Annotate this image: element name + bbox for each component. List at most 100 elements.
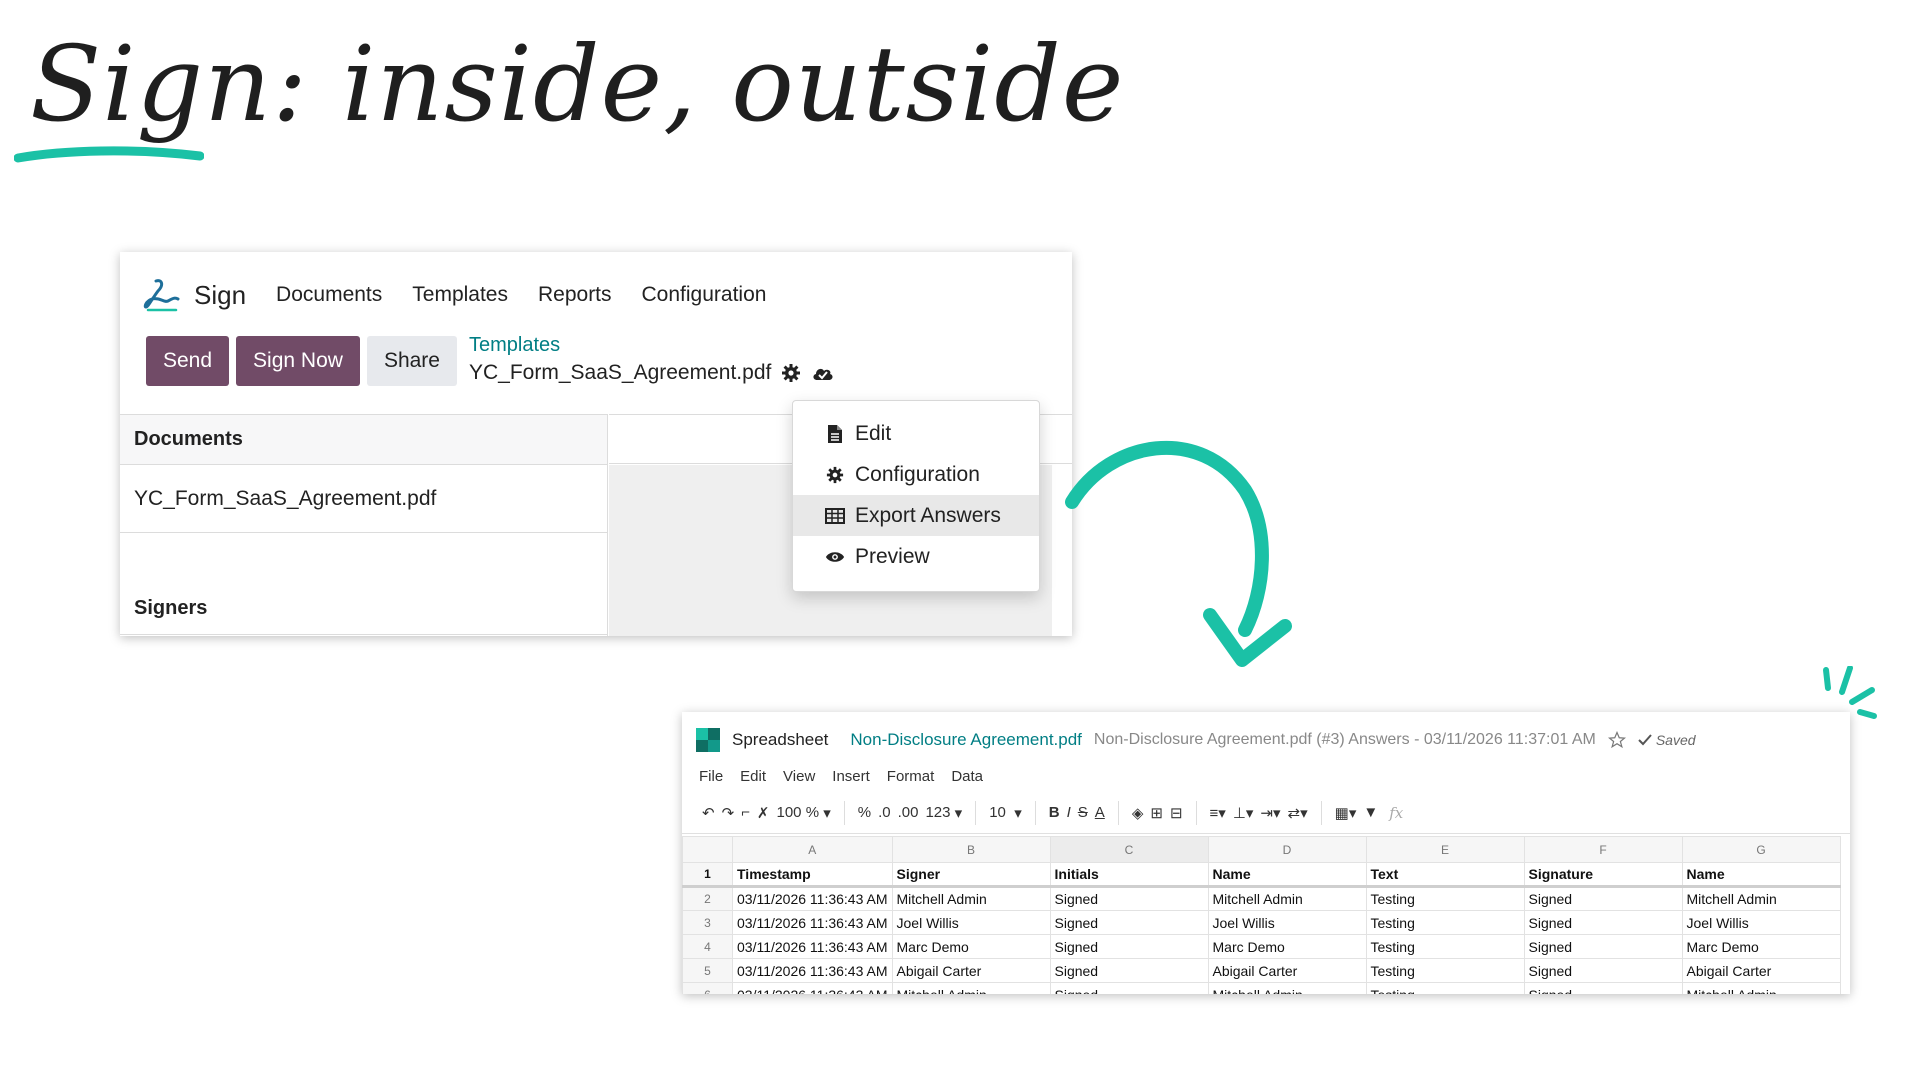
breadcrumb-templates-link[interactable]: Templates <box>469 334 835 357</box>
row-number[interactable]: 4 <box>682 934 733 959</box>
cell[interactable]: Signed <box>1049 934 1209 959</box>
number-format-select[interactable]: 123 ▾ <box>925 804 962 822</box>
cell[interactable]: 03/11/2026 11:36:43 AM <box>732 934 893 959</box>
column-header[interactable]: D <box>1207 836 1367 863</box>
row-number[interactable]: 1 <box>682 862 733 888</box>
column-header[interactable]: C <box>1049 836 1209 863</box>
font-size-select[interactable]: 10 ▾ <box>989 804 1022 822</box>
borders-icon[interactable]: ⊞ <box>1150 804 1163 822</box>
sign-now-button[interactable]: Sign Now <box>236 336 360 386</box>
cell[interactable]: Joel Willis <box>1681 910 1841 935</box>
text-color-icon[interactable]: A <box>1095 804 1105 821</box>
cell[interactable]: Signed <box>1049 886 1209 911</box>
cell[interactable]: Signed <box>1523 934 1683 959</box>
column-header[interactable]: B <box>891 836 1051 863</box>
filter-icon[interactable]: ▼ <box>1363 804 1378 821</box>
nav-templates[interactable]: Templates <box>412 283 508 307</box>
cell[interactable]: Name <box>1207 862 1367 888</box>
cell[interactable]: Signed <box>1523 886 1683 911</box>
cell[interactable]: Signature <box>1523 862 1683 888</box>
column-header[interactable]: F <box>1523 836 1683 863</box>
cell[interactable]: Abigail Carter <box>1207 958 1367 983</box>
menu-data[interactable]: Data <box>951 768 983 785</box>
align-horizontal-icon[interactable]: ≡▾ <box>1210 804 1226 822</box>
cell[interactable]: 03/11/2026 11:36:43 AM <box>732 982 893 994</box>
star-icon[interactable] <box>1607 731 1626 749</box>
cell[interactable]: Signer <box>891 862 1051 888</box>
menu-item-edit[interactable]: Edit <box>793 413 1039 454</box>
merge-cells-icon[interactable]: ⊟ <box>1170 804 1183 822</box>
increase-decimal-button[interactable]: .00 <box>898 804 919 821</box>
redo-icon[interactable]: ↷ <box>722 804 735 822</box>
source-document-link[interactable]: Non-Disclosure Agreement.pdf <box>850 730 1082 750</box>
menu-item-configuration[interactable]: Configuration <box>793 454 1039 495</box>
menu-view[interactable]: View <box>783 768 815 785</box>
cell[interactable]: 03/11/2026 11:36:43 AM <box>732 958 893 983</box>
cell[interactable]: Testing <box>1365 982 1525 994</box>
cell[interactable]: Mitchell Admin <box>891 982 1051 994</box>
row-number[interactable]: 2 <box>682 886 733 911</box>
nav-documents[interactable]: Documents <box>276 283 382 307</box>
column-header[interactable]: A <box>732 836 893 863</box>
menu-insert[interactable]: Insert <box>832 768 870 785</box>
percent-format-button[interactable]: % <box>858 804 871 821</box>
cell[interactable]: Mitchell Admin <box>1207 982 1367 994</box>
cell[interactable]: Signed <box>1523 958 1683 983</box>
cloud-icon[interactable] <box>811 363 835 383</box>
paint-format-icon[interactable]: ⌐ <box>741 804 750 821</box>
cell[interactable]: Testing <box>1365 958 1525 983</box>
sign-app-brand[interactable]: Sign <box>142 277 246 313</box>
cell[interactable]: Text <box>1365 862 1525 888</box>
cell[interactable]: Signed <box>1049 958 1209 983</box>
row-number[interactable]: 6 <box>682 982 733 994</box>
cell[interactable]: Testing <box>1365 934 1525 959</box>
cell[interactable]: Signed <box>1523 910 1683 935</box>
menu-format[interactable]: Format <box>887 768 935 785</box>
cell[interactable]: Mitchell Admin <box>891 886 1051 911</box>
cell[interactable]: Testing <box>1365 886 1525 911</box>
text-rotation-icon[interactable]: ⇄▾ <box>1288 804 1308 822</box>
cell[interactable]: Abigail Carter <box>891 958 1051 983</box>
cell[interactable]: Marc Demo <box>1681 934 1841 959</box>
fill-color-icon[interactable]: ◈ <box>1132 804 1144 822</box>
conditional-format-icon[interactable]: ▦▾ <box>1335 804 1357 822</box>
clear-format-icon[interactable]: ✗ <box>757 804 770 822</box>
row-number[interactable]: 3 <box>682 910 733 935</box>
cell[interactable]: Joel Willis <box>1207 910 1367 935</box>
zoom-select[interactable]: 100 % ▾ <box>777 804 831 822</box>
cell[interactable]: 03/11/2026 11:36:43 AM <box>732 910 893 935</box>
corner-cell[interactable] <box>682 836 733 863</box>
cell[interactable]: Abigail Carter <box>1681 958 1841 983</box>
cell[interactable]: Timestamp <box>732 862 893 888</box>
wrap-text-icon[interactable]: ⇥▾ <box>1260 804 1280 822</box>
menu-item-preview[interactable]: Preview <box>793 536 1039 577</box>
share-button[interactable]: Share <box>366 336 457 386</box>
strikethrough-icon[interactable]: S <box>1078 804 1088 821</box>
cell[interactable]: Signed <box>1049 910 1209 935</box>
menu-edit[interactable]: Edit <box>740 768 766 785</box>
cell[interactable]: Mitchell Admin <box>1207 886 1367 911</box>
column-header[interactable]: E <box>1365 836 1525 863</box>
undo-icon[interactable]: ↶ <box>702 804 715 822</box>
bold-icon[interactable]: B <box>1049 804 1060 821</box>
nav-configuration[interactable]: Configuration <box>642 283 767 307</box>
cell[interactable]: Testing <box>1365 910 1525 935</box>
nav-reports[interactable]: Reports <box>538 283 612 307</box>
cell[interactable]: Name <box>1681 862 1841 888</box>
row-number[interactable]: 5 <box>682 958 733 983</box>
gear-icon[interactable] <box>781 363 801 383</box>
italic-icon[interactable]: I <box>1067 804 1071 821</box>
cell[interactable]: Joel Willis <box>891 910 1051 935</box>
align-vertical-icon[interactable]: ⊥▾ <box>1233 804 1254 822</box>
column-header[interactable]: G <box>1681 836 1841 863</box>
cell[interactable]: Marc Demo <box>1207 934 1367 959</box>
cell[interactable]: Mitchell Admin <box>1681 886 1841 911</box>
menu-item-export-answers[interactable]: Export Answers <box>793 495 1039 536</box>
cell[interactable]: 03/11/2026 11:36:43 AM <box>732 886 893 911</box>
decrease-decimal-button[interactable]: .0 <box>878 804 891 821</box>
cell[interactable]: Marc Demo <box>891 934 1051 959</box>
cell[interactable]: Initials <box>1049 862 1209 888</box>
spreadsheet-document-name[interactable]: Non-Disclosure Agreement.pdf (#3) Answer… <box>1094 731 1596 749</box>
document-file-item[interactable]: YC_Form_SaaS_Agreement.pdf <box>120 465 607 533</box>
cell[interactable]: Signed <box>1049 982 1209 994</box>
